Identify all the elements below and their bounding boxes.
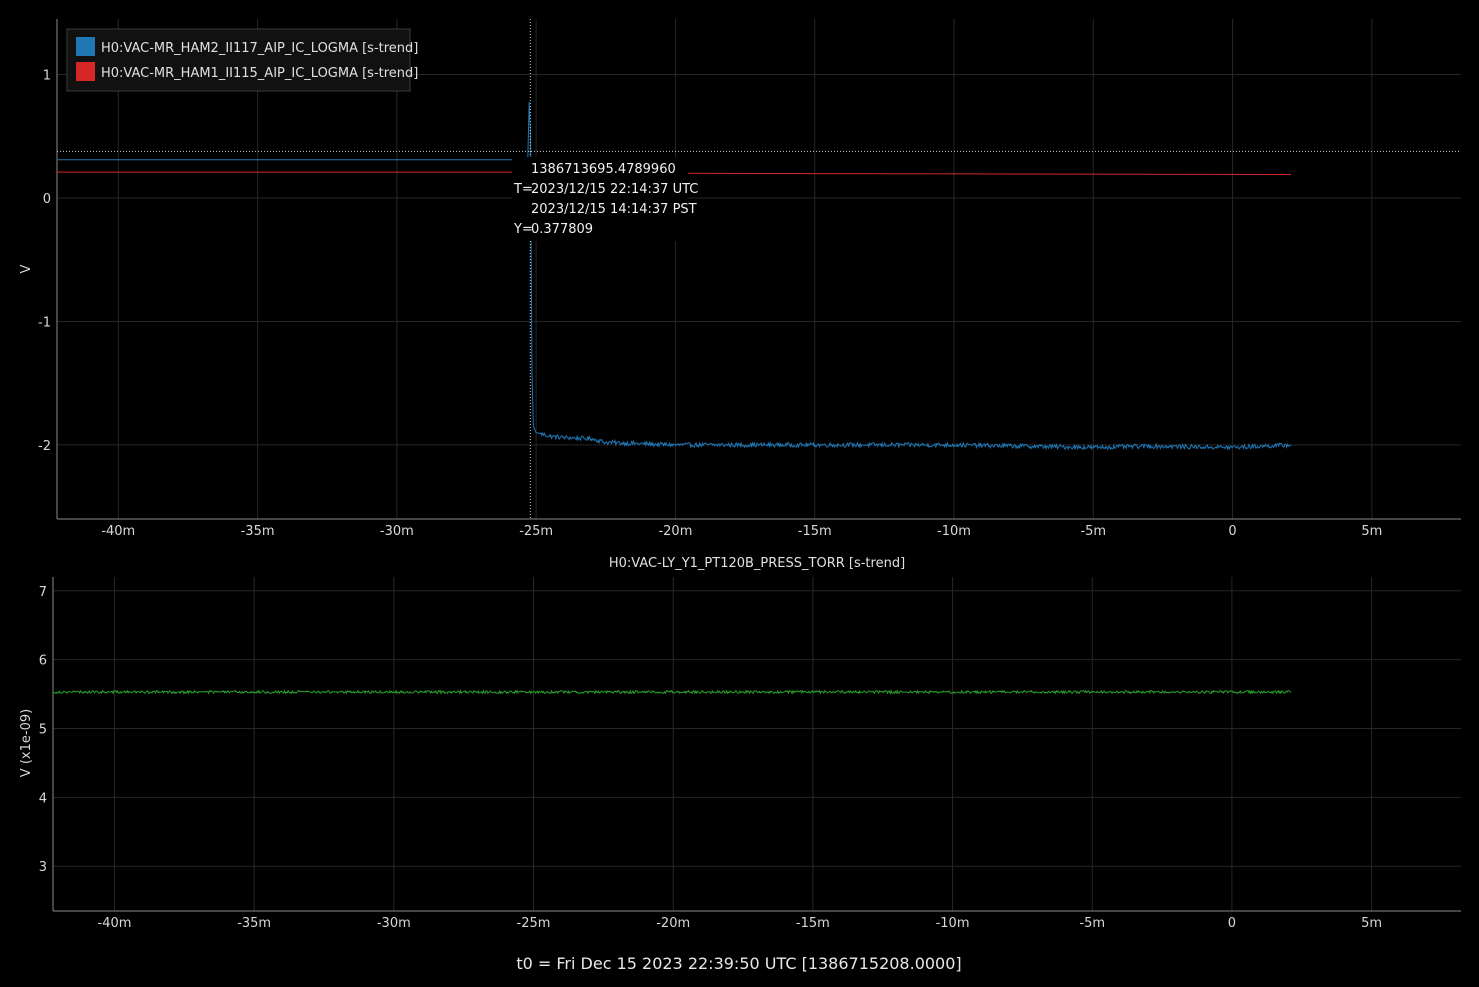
x-tick-label: -35m [241,524,275,539]
cursor-pst-time: 2023/12/15 14:14:37 PST [531,202,697,217]
cursor-gps-time: 1386713695.4789960 [531,162,676,177]
x-tick-label: 5m [1361,524,1382,539]
bottom-plot-panel: -40m -35m -30m -25m -20m -15m -10m -5m 0 5m 7 6 5 4 3 V… [19,577,1461,931]
x-tick-label: -30m [380,524,414,539]
legend-label-ham2: H0:VAC-MR_HAM2_II117_AIP_IC_LOGMA [s-tre… [101,41,418,56]
y-tick-label: 1 [43,69,51,84]
y-tick-label: 4 [39,791,47,806]
x-tick-label: -25m [517,916,551,931]
top-plot-panel: -40m -35m -30m -25m -20m -15m -10m -5m 0 5m 1 0 -1 -2… [19,19,1461,539]
x-tick-label: -15m [798,524,832,539]
chart-figure: -40m -35m -30m -25m -20m -15m -10m -5m 0 5m10-1-2… [19,19,1461,973]
y-tick-label: -1 [38,315,51,330]
series-line [57,101,1292,451]
x-tick-label: 0 [1228,524,1236,539]
legend-box [66,28,411,92]
legend-label-ham1: H0:VAC-MR_HAM1_II115_AIP_IC_LOGMA [s-tre… [101,66,418,81]
series-line [52,689,1292,695]
y-tick-label: 6 [39,654,47,669]
x-tick-label: -15m [796,916,830,931]
y-axis-label: V (x1e-09) [19,709,34,777]
y-tick-label: 3 [39,860,47,875]
x-tick-label: -40m [98,916,132,931]
cursor-y-label: Y= [513,222,533,237]
y-tick-label: -2 [38,439,51,454]
legend-swatch-ham1 [76,62,95,81]
legend-swatch-ham2 [76,37,95,56]
top-legend: H0:VAC-MR_HAM2_II117_AIP_IC_LOGMA [s-tre… [66,28,418,92]
x-tick-label: -5m [1079,916,1105,931]
t0-footer: t0 = Fri Dec 15 2023 22:39:50 UTC [13867… [516,954,961,973]
cursor-t-label: T= [513,182,533,197]
x-tick-label: -25m [519,524,553,539]
x-tick-label: 0 [1228,916,1236,931]
x-tick-label: -35m [237,916,271,931]
x-tick-label: -20m [658,524,692,539]
x-tick-label: -10m [937,524,971,539]
x-tick-label: 5m [1361,916,1382,931]
cursor-readout: 1386713695.4789960 T= 2023/12/15 22:14:3… [512,157,698,241]
x-tick-label: -30m [377,916,411,931]
cursor-utc-time: 2023/12/15 22:14:37 UTC [531,182,698,197]
y-tick-label: 7 [39,585,47,600]
cursor-y-value: 0.377809 [531,222,593,237]
y-axis-label: V [19,264,34,273]
bottom-plot-title: H0:VAC-LY_Y1_PT120B_PRESS_TORR [s-trend] [609,556,905,571]
y-tick-label: 5 [39,723,47,738]
y-tick-label: 0 [43,192,51,207]
x-tick-label: -5m [1080,524,1106,539]
x-tick-label: -20m [656,916,690,931]
x-tick-label: -10m [936,916,970,931]
x-tick-label: -40m [101,524,135,539]
